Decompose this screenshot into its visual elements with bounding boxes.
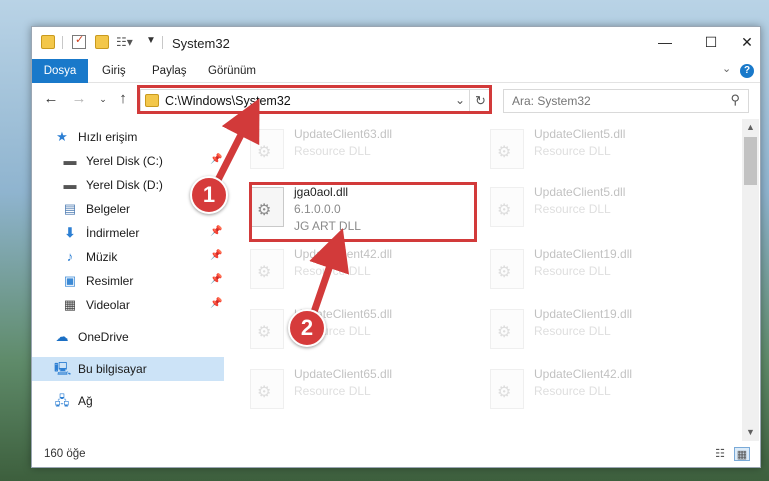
annotation-arrows (214, 98, 350, 316)
arrow-to-file (309, 228, 350, 316)
arrow-to-address (214, 98, 260, 184)
step-badge-2: 2 (288, 309, 326, 347)
step-badge-1: 1 (190, 176, 228, 214)
